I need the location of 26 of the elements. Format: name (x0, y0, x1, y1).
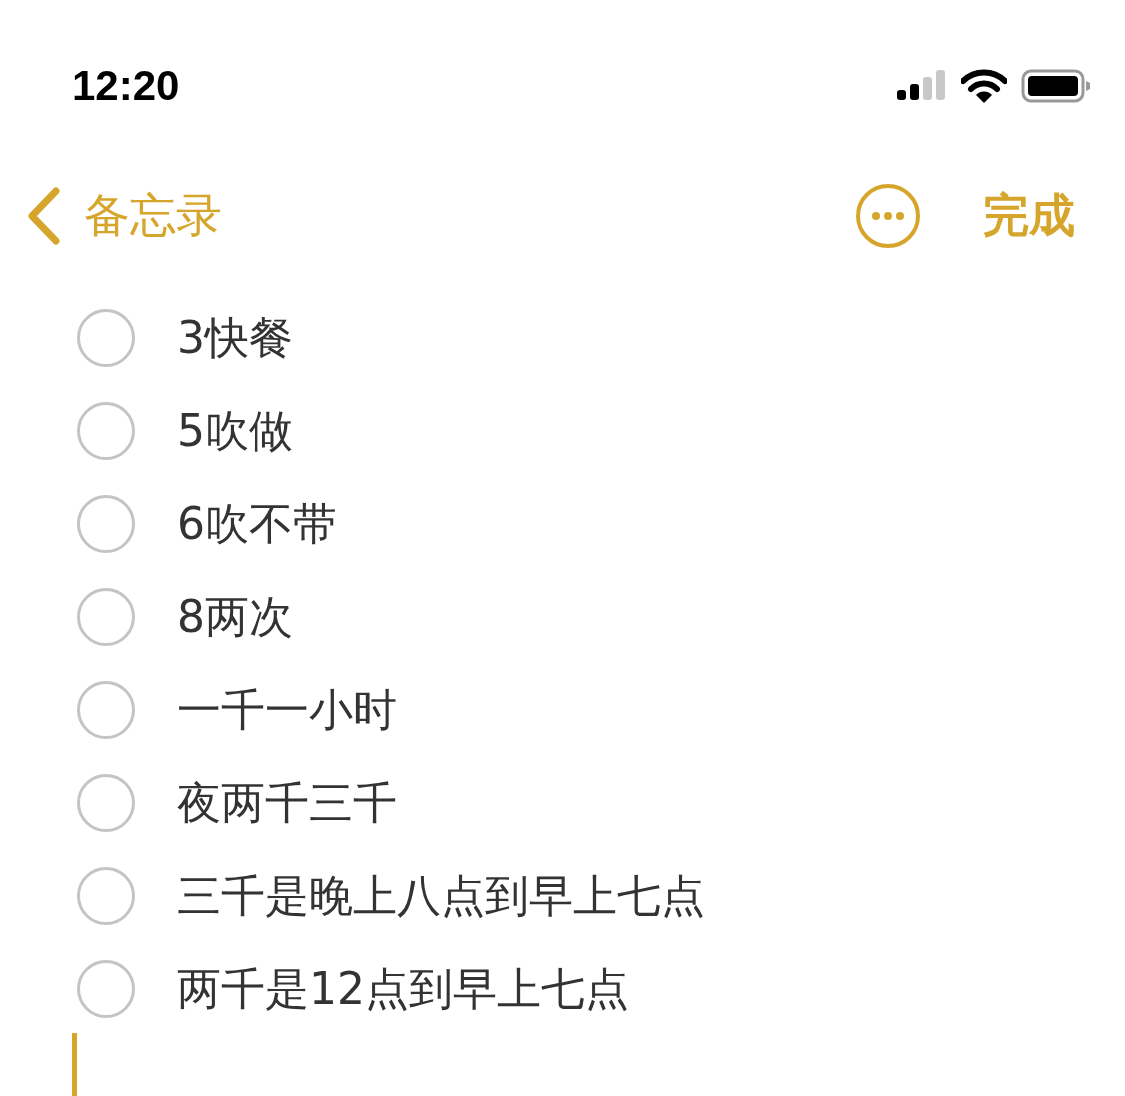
text-cursor (72, 1033, 77, 1096)
checklist-text: 三千是晚上八点到早上七点 (177, 868, 705, 923)
checklist-text: 5吹做 (177, 403, 293, 458)
checkbox[interactable] (77, 867, 135, 925)
more-icon (855, 183, 921, 249)
signal-icon (897, 70, 947, 102)
checklist-text: 3快餐 (177, 310, 293, 365)
status-time: 12:20 (72, 62, 180, 110)
checkbox[interactable] (77, 960, 135, 1018)
wifi-icon (961, 69, 1007, 103)
checkbox[interactable] (77, 495, 135, 553)
checklist-text: 一千一小时 (177, 682, 397, 737)
more-button[interactable] (855, 183, 921, 249)
checklist-text: 6吹不带 (177, 496, 337, 551)
checkbox[interactable] (77, 402, 135, 460)
checkbox[interactable] (77, 309, 135, 367)
battery-icon (1021, 69, 1091, 103)
checkbox[interactable] (77, 774, 135, 832)
back-button[interactable]: 备忘录 (26, 185, 222, 247)
chevron-left-icon (26, 187, 62, 245)
checklist-text: 两千是12点到早上七点 (177, 961, 629, 1016)
checklist-text: 8两次 (177, 589, 293, 644)
done-button[interactable]: 完成 (983, 185, 1075, 247)
checkbox[interactable] (77, 588, 135, 646)
checkbox[interactable] (77, 681, 135, 739)
checklist-text: 夜两千三千 (177, 775, 397, 830)
